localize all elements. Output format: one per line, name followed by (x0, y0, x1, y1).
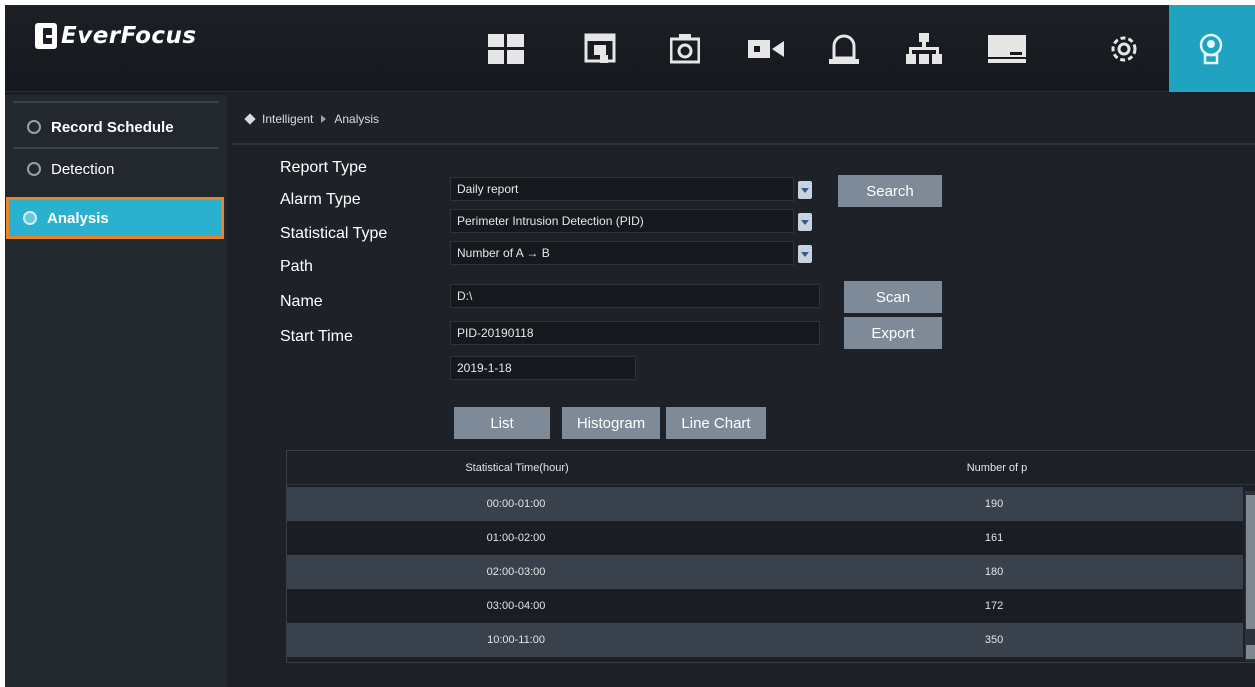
table-row[interactable]: 03:00-04:00 172 (287, 589, 1243, 623)
table-row[interactable]: 00:00-01:00 190 (287, 487, 1243, 521)
cell-time: 01:00-02:00 (486, 532, 546, 544)
scrollbar-end-button[interactable] (1246, 645, 1255, 659)
cell-time: 10:00-11:00 (487, 634, 545, 646)
brand-name: EverFocus (61, 23, 197, 49)
gear-icon (27, 162, 41, 176)
network-icon[interactable] (897, 5, 951, 92)
name-field[interactable]: PID-20190118 (450, 321, 820, 345)
chevron-right-icon (321, 115, 327, 123)
table-header: Statistical Time(hour) Number of p (287, 451, 1255, 485)
sidebar-item-label: Record Schedule (51, 118, 174, 136)
alarm-type-label: Alarm Type (280, 191, 361, 208)
sidebar-divider (13, 101, 219, 103)
start-time-label: Start Time (280, 328, 353, 345)
start-time-field[interactable]: 2019-1-18 (450, 356, 636, 380)
sidebar-item-record-schedule[interactable]: Record Schedule (13, 109, 219, 145)
alarm-type-select[interactable]: Perimeter Intrusion Detection (PID) (450, 209, 794, 233)
table-row[interactable]: 10:00-11:00 350 (287, 623, 1243, 657)
brand-logo: EverFocus (35, 23, 197, 49)
sidebar-divider (13, 147, 219, 149)
statistical-type-dropdown-icon[interactable] (798, 245, 812, 263)
statistical-type-select[interactable]: Number of A → B (450, 241, 794, 265)
path-field[interactable]: D:\ (450, 284, 820, 308)
column-header-count: Number of p (966, 461, 1028, 474)
export-button[interactable]: Export (844, 317, 942, 349)
table-row[interactable]: 02:00-03:00 180 (287, 555, 1243, 589)
layout-icon[interactable] (478, 5, 534, 92)
sidebar-item-label: Detection (51, 160, 115, 178)
cell-count: 350 (984, 634, 1004, 646)
cell-count: 172 (984, 600, 1004, 612)
logo-mark-icon (35, 23, 57, 49)
search-button[interactable]: Search (838, 175, 942, 207)
cell-count: 161 (984, 532, 1004, 544)
alarm-type-value: Perimeter Intrusion Detection (PID) (457, 214, 644, 228)
path-value: D:\ (457, 289, 473, 303)
scrollbar-thumb[interactable] (1246, 495, 1255, 629)
app-window: EverFocus Record Schedule Detection Anal… (5, 5, 1255, 687)
breadcrumb-root[interactable]: Intelligent (262, 112, 313, 126)
report-type-value: Daily report (457, 182, 519, 196)
statistical-type-label: Statistical Type (280, 225, 388, 242)
statistical-type-value: Number of A → B (457, 246, 550, 260)
cell-time: 00:00-01:00 (486, 498, 546, 510)
name-label: Name (280, 293, 323, 310)
sidebar-item-label: Analysis (47, 209, 109, 227)
cell-count: 180 (984, 566, 1004, 578)
statistics-table: Statistical Time(hour) Number of p 00:00… (286, 450, 1255, 663)
line-chart-button[interactable]: Line Chart (666, 407, 766, 439)
main-panel: Intelligent Analysis Report Type Alarm T… (232, 95, 1255, 687)
location-pin-icon (244, 113, 256, 125)
name-value: PID-20190118 (457, 326, 534, 340)
breadcrumb-current: Analysis (334, 112, 380, 126)
cell-count: 190 (984, 498, 1004, 510)
histogram-button[interactable]: Histogram (562, 407, 660, 439)
playback-icon[interactable] (575, 5, 625, 92)
gear-icon (27, 120, 41, 134)
list-button[interactable]: List (454, 407, 550, 439)
settings-icon[interactable] (1097, 5, 1151, 92)
alarm-icon[interactable] (817, 5, 871, 92)
table-scrollbar[interactable] (1245, 491, 1255, 661)
start-time-value: 2019-1-18 (457, 361, 512, 375)
sidebar-item-analysis[interactable]: Analysis (6, 197, 224, 239)
snapshot-icon[interactable] (660, 5, 710, 92)
camera-icon[interactable] (739, 5, 793, 92)
breadcrumb: Intelligent Analysis (232, 95, 1255, 145)
column-header-time: Statistical Time(hour) (465, 461, 569, 474)
report-type-dropdown-icon[interactable] (798, 181, 812, 199)
top-bar: EverFocus (5, 5, 1255, 92)
path-label: Path (280, 258, 313, 275)
sidebar-item-detection[interactable]: Detection (13, 151, 219, 187)
storage-icon[interactable] (979, 5, 1035, 92)
alarm-type-dropdown-icon[interactable] (798, 213, 812, 231)
cell-time: 03:00-04:00 (486, 600, 546, 612)
scan-button[interactable]: Scan (844, 281, 942, 313)
report-type-label: Report Type (280, 159, 367, 176)
gear-icon (23, 211, 37, 225)
intelligent-icon[interactable] (1169, 5, 1255, 92)
cell-time: 02:00-03:00 (486, 566, 546, 578)
table-row[interactable]: 01:00-02:00 161 (287, 521, 1243, 555)
report-type-select[interactable]: Daily report (450, 177, 794, 201)
sidebar: Record Schedule Detection Analysis (5, 95, 227, 687)
